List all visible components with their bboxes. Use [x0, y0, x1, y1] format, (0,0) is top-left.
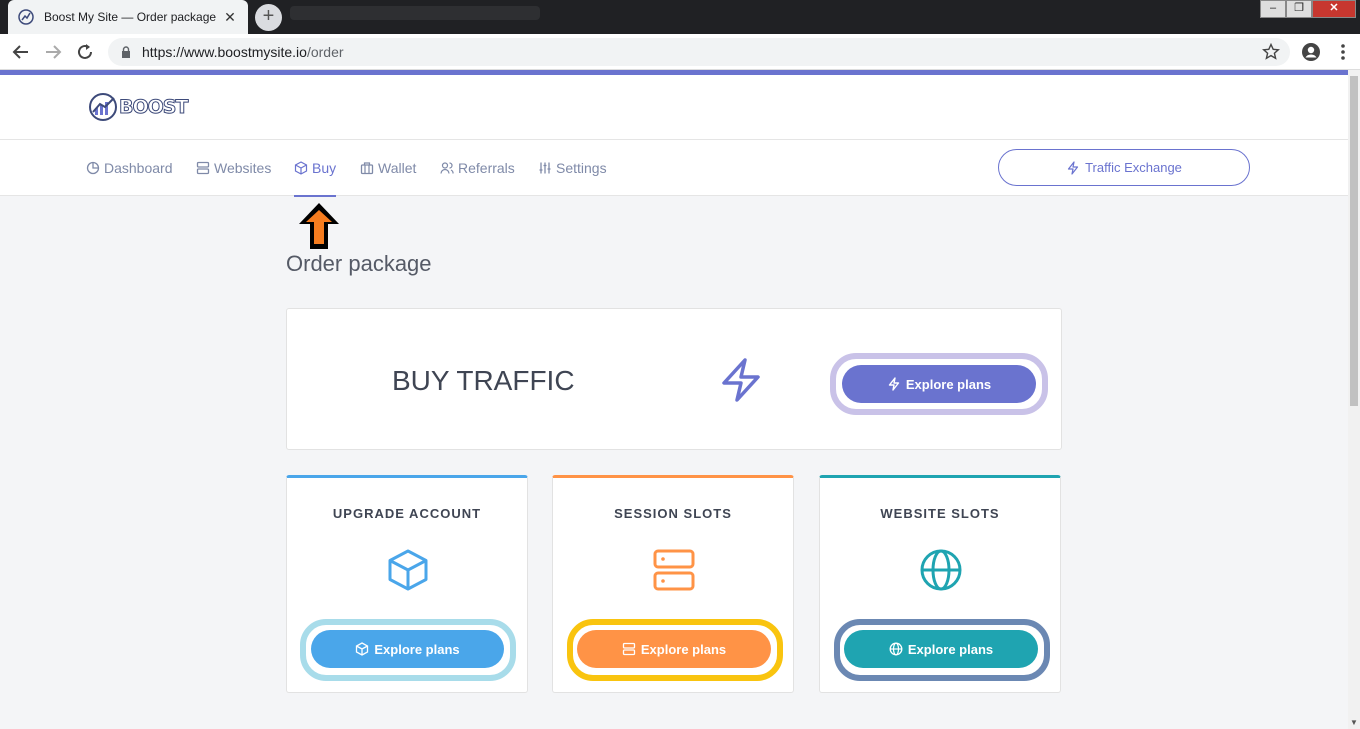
users-icon — [440, 162, 454, 174]
upgrade-account-card: UPGRADE ACCOUNT Explore plans — [286, 475, 528, 693]
traffic-exchange-button[interactable]: Traffic Exchange — [998, 149, 1250, 186]
forward-arrow-icon[interactable] — [42, 41, 64, 63]
page-title: Order package — [286, 251, 432, 276]
globe-icon — [889, 642, 903, 656]
window-close-button[interactable]: ✕ — [1312, 0, 1356, 18]
button-label: Explore plans — [905, 376, 992, 392]
nav-label: Buy — [312, 160, 337, 176]
nav-item-settings[interactable]: Settings — [538, 140, 607, 196]
site-logo[interactable]: BOOST — [88, 92, 189, 122]
server-icon — [653, 549, 695, 591]
box-icon — [356, 642, 369, 656]
globe-icon — [920, 549, 962, 591]
nav-item-websites[interactable]: Websites — [196, 140, 271, 196]
browser-tab[interactable]: Boost My Site — Order package ✕ — [8, 0, 248, 34]
session-slots-card: SESSION SLOTS Explore plans — [552, 475, 794, 693]
buy-traffic-explore-button[interactable]: Explore plans — [842, 365, 1036, 403]
logo-text: BOOST — [118, 96, 188, 119]
nav-label: Wallet — [378, 160, 417, 176]
blurred-region — [290, 6, 540, 20]
address-bar[interactable]: https://www.boostmysite.io/order — [108, 38, 1290, 66]
upgrade-account-explore-button[interactable]: Explore plans — [311, 630, 504, 668]
restore-button[interactable]: ❐ — [1286, 0, 1312, 18]
browser-toolbar: https://www.boostmysite.io/order — [0, 34, 1360, 70]
nav-item-buy[interactable]: Buy — [294, 140, 337, 197]
box-icon — [388, 549, 428, 591]
new-tab-button[interactable]: + — [255, 4, 282, 31]
logo-mark-icon — [89, 93, 117, 121]
reload-icon[interactable] — [74, 41, 96, 63]
pie-chart-icon — [86, 161, 100, 175]
site-favicon-icon — [18, 9, 34, 25]
website-slots-card: WEBSITE SLOTS Explore plans — [819, 475, 1061, 693]
button-label: Explore plans — [640, 641, 727, 657]
server-icon — [622, 642, 636, 656]
profile-avatar-icon[interactable] — [1300, 41, 1322, 63]
site-header: BOOST — [0, 75, 1348, 140]
website-slots-explore-button[interactable]: Explore plans — [844, 630, 1038, 668]
box-icon — [294, 161, 308, 175]
button-label: Explore plans — [374, 641, 460, 657]
nav-label: Dashboard — [104, 160, 173, 176]
server-icon — [196, 161, 210, 175]
buy-traffic-title: BUY TRAFFIC — [392, 365, 575, 396]
page-scrollbar[interactable]: ▼ — [1348, 70, 1360, 729]
lock-icon — [122, 46, 130, 58]
scrollbar-thumb[interactable] — [1350, 76, 1358, 406]
card-title: UPGRADE ACCOUNT — [332, 506, 482, 521]
card-title: SESSION SLOTS — [614, 506, 732, 521]
scroll-down-icon[interactable]: ▼ — [1350, 718, 1358, 727]
tab-close-icon[interactable]: ✕ — [222, 9, 238, 26]
nav-label: Settings — [556, 160, 607, 176]
buy-traffic-card: BUY TRAFFIC Explore plans — [286, 308, 1062, 450]
bookmark-star-icon[interactable] — [1262, 43, 1280, 61]
browser-menu-icon[interactable] — [1332, 41, 1354, 63]
session-slots-explore-button[interactable]: Explore plans — [577, 630, 771, 668]
card-title: WEBSITE SLOTS — [880, 506, 1000, 521]
back-arrow-icon[interactable] — [10, 41, 32, 63]
nav-item-referrals[interactable]: Referrals — [440, 140, 515, 196]
button-label: Explore plans — [907, 641, 994, 657]
sliders-icon — [539, 162, 551, 174]
up-arrow-annotation-icon — [299, 203, 339, 249]
nav-item-wallet[interactable]: Wallet — [360, 140, 416, 196]
nav-label: Websites — [214, 160, 272, 176]
tab-title: Boost My Site — Order package — [44, 10, 217, 24]
main-nav: Dashboard Websites Buy Wallet Referrals — [0, 140, 1348, 197]
nav-label: Referrals — [458, 160, 515, 176]
minimize-button[interactable]: – — [1260, 0, 1286, 18]
url-text: https://www.boostmysite.io/order — [142, 44, 344, 60]
browser-tabstrip: Boost My Site — Order package ✕ + – ❐ ✕ — [0, 0, 1360, 34]
traffic-exchange-label: Traffic Exchange — [1085, 160, 1182, 175]
zap-icon — [1067, 160, 1079, 175]
zap-icon — [888, 377, 900, 391]
nav-item-dashboard[interactable]: Dashboard — [86, 140, 173, 196]
window-controls: – ❐ ✕ — [1260, 0, 1356, 18]
zap-icon — [722, 358, 760, 402]
wallet-icon — [360, 162, 374, 175]
